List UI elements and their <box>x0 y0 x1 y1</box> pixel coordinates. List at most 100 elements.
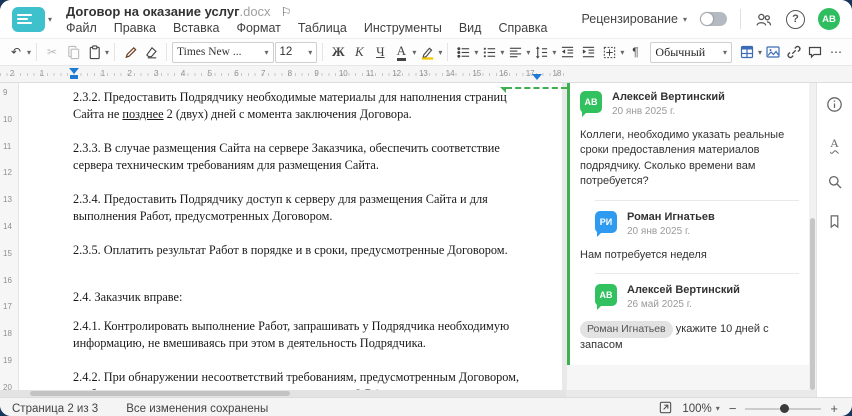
editor-area: 9 10 11 12 13 14 15 16 17 18 19 20 2.3.2. Предостав… <box>0 83 852 397</box>
zoom-slider-handle[interactable] <box>779 404 789 413</box>
app-menu-button[interactable]: ▾ <box>0 0 58 38</box>
commented-text: позднее <box>122 106 164 121</box>
italic-button[interactable]: К <box>349 41 369 63</box>
ruler-number: 9 <box>314 69 319 78</box>
menu-tools[interactable]: Инструменты <box>364 21 442 35</box>
menu-table[interactable]: Таблица <box>298 21 347 35</box>
comment-item[interactable]: РИ Роман Игнатьев 20 янв 2025 г. Нам пот… <box>580 210 799 263</box>
chevron-down-icon: ▾ <box>48 14 53 24</box>
format-painter-icon[interactable] <box>120 41 140 63</box>
borders-caret[interactable]: ▾ <box>620 48 624 57</box>
menu-format[interactable]: Формат <box>236 21 280 35</box>
horizontal-scrollbar[interactable] <box>0 390 566 397</box>
ruler-number: 15 <box>472 69 482 78</box>
ruler-number: 12 <box>3 168 12 178</box>
nonprinting-characters-icon[interactable]: ¶ <box>625 41 645 63</box>
document-page[interactable]: 2.3.2. Предоставить Подрядчику необходим… <box>19 83 562 390</box>
favorite-flag-icon[interactable]: ⚐ <box>281 5 292 19</box>
insert-link-icon[interactable] <box>784 41 804 63</box>
v-ruler[interactable]: 9 10 11 12 13 14 15 16 17 18 19 20 <box>0 83 19 397</box>
highlight-color-caret[interactable]: ▾ <box>438 48 442 57</box>
user-avatar[interactable]: АВ <box>818 8 840 30</box>
about-info-icon[interactable] <box>824 93 846 115</box>
app-logo-icon <box>12 6 45 32</box>
comment-item[interactable]: АВ Алексей Вертинский 20 янв 2025 г. Кол… <box>580 91 799 190</box>
insert-table-icon[interactable] <box>737 41 757 63</box>
status-bar: Страница 2 из 3 Все изменения сохранены … <box>0 397 852 416</box>
copy-icon[interactable] <box>63 41 83 63</box>
comment-text: Роман Игнатьев укажите 10 дней с запасом <box>580 320 769 351</box>
help-icon[interactable]: ? <box>786 9 805 29</box>
line-spacing-icon[interactable] <box>531 41 551 63</box>
menu-file[interactable]: Файл <box>66 21 97 35</box>
more-tools-icon[interactable]: ⋯ <box>826 41 846 63</box>
menu-edit[interactable]: Правка <box>114 21 156 35</box>
align-left-icon[interactable] <box>505 41 525 63</box>
save-status: Все изменения сохранены <box>126 402 269 415</box>
scrollbar-thumb[interactable] <box>810 218 815 390</box>
spellcheck-icon[interactable]: А <box>824 132 846 154</box>
comment-date: 26 май 2025 г. <box>627 298 692 310</box>
scrollbar-thumb[interactable] <box>30 391 290 396</box>
comment-date: 20 янв 2025 г. <box>612 106 676 117</box>
insert-comment-icon[interactable] <box>805 41 825 63</box>
increase-indent-icon[interactable] <box>578 41 598 63</box>
font-color-button[interactable]: А <box>391 41 411 63</box>
undo-history-caret[interactable]: ▾ <box>27 48 31 57</box>
underline-button[interactable]: Ч <box>370 41 390 63</box>
ruler-number: 15 <box>3 248 12 258</box>
line-spacing-caret[interactable]: ▾ <box>552 48 556 57</box>
ruler-number: 7 <box>260 69 266 78</box>
paragraph-style-select[interactable]: Обычный ▾ <box>650 41 733 63</box>
bold-button[interactable]: Ж <box>328 41 348 63</box>
bookmark-icon[interactable] <box>824 210 846 232</box>
menu-view[interactable]: Вид <box>459 21 482 35</box>
menu-help[interactable]: Справка <box>498 21 547 35</box>
zoom-in-button[interactable]: + <box>830 402 838 415</box>
font-color-caret[interactable]: ▾ <box>412 48 416 57</box>
highlight-color-icon[interactable] <box>417 41 437 63</box>
ruler-number: 13 <box>3 195 12 205</box>
review-mode-dropdown[interactable]: Рецензирование ▾ <box>581 12 687 26</box>
insert-image-icon[interactable] <box>763 41 783 63</box>
paragraph-2-3-4: 2.3.4. Предоставить Подрядчику доступ к … <box>73 191 488 223</box>
indent-marker-left[interactable] <box>69 68 79 74</box>
menu-insert[interactable]: Вставка <box>173 21 219 35</box>
zoom-slider[interactable] <box>745 404 822 413</box>
zoom-out-button[interactable]: − <box>729 402 737 415</box>
paragraph-borders-icon[interactable] <box>599 41 619 63</box>
indent-marker-left-base[interactable] <box>70 75 78 79</box>
review-toggle[interactable] <box>700 12 727 26</box>
undo-icon[interactable]: ↶ <box>6 41 26 63</box>
bullet-list-caret[interactable]: ▾ <box>474 48 478 57</box>
cut-icon[interactable]: ✂ <box>42 41 62 63</box>
comment-anchor-connector <box>500 87 567 93</box>
ruler-number: 1 <box>39 69 45 78</box>
search-icon[interactable] <box>824 171 846 193</box>
fit-width-icon[interactable] <box>658 400 673 416</box>
align-caret[interactable]: ▾ <box>526 48 530 57</box>
h-ruler[interactable]: 2 1 1 2 3 4 5 6 7 8 9 10 11 12 13 14 15 16 17 18 <box>0 66 852 83</box>
paste-options-caret[interactable]: ▾ <box>105 48 109 57</box>
bullet-list-icon[interactable] <box>453 41 473 63</box>
decrease-indent-icon[interactable] <box>557 41 577 63</box>
font-name-select[interactable]: Times New ... ▾ <box>172 41 274 63</box>
paste-icon[interactable] <box>84 41 104 63</box>
page-indicator[interactable]: Страница 2 из 3 <box>12 403 98 415</box>
comment-author: Роман Игнатьев <box>627 210 715 223</box>
collaboration-users-icon[interactable] <box>754 11 773 28</box>
ruler-number: 2 <box>9 69 15 78</box>
top-bar: ▾ Договор на оказание услуг .docx ⚐ Файл… <box>0 0 852 38</box>
ruler-number: 14 <box>3 222 12 231</box>
clear-style-eraser-icon[interactable] <box>141 41 161 63</box>
comment-item[interactable]: АВ Алексей Вертинский 26 май 2025 г. Ром… <box>580 283 799 353</box>
vertical-scrollbar[interactable] <box>809 83 816 390</box>
insert-table-caret[interactable]: ▾ <box>758 48 762 57</box>
font-size-select[interactable]: 12 ▾ <box>274 41 318 63</box>
numbered-list-icon[interactable] <box>479 41 499 63</box>
ruler-number: 18 <box>552 69 562 78</box>
numbered-list-caret[interactable]: ▾ <box>500 48 504 57</box>
zoom-level-select[interactable]: 100% ▾ <box>682 403 719 415</box>
menu-bar: Файл Правка Вставка Формат Таблица Инстр… <box>66 21 547 35</box>
comment-thread[interactable]: АВ Алексей Вертинский 20 янв 2025 г. Кол… <box>567 83 809 366</box>
